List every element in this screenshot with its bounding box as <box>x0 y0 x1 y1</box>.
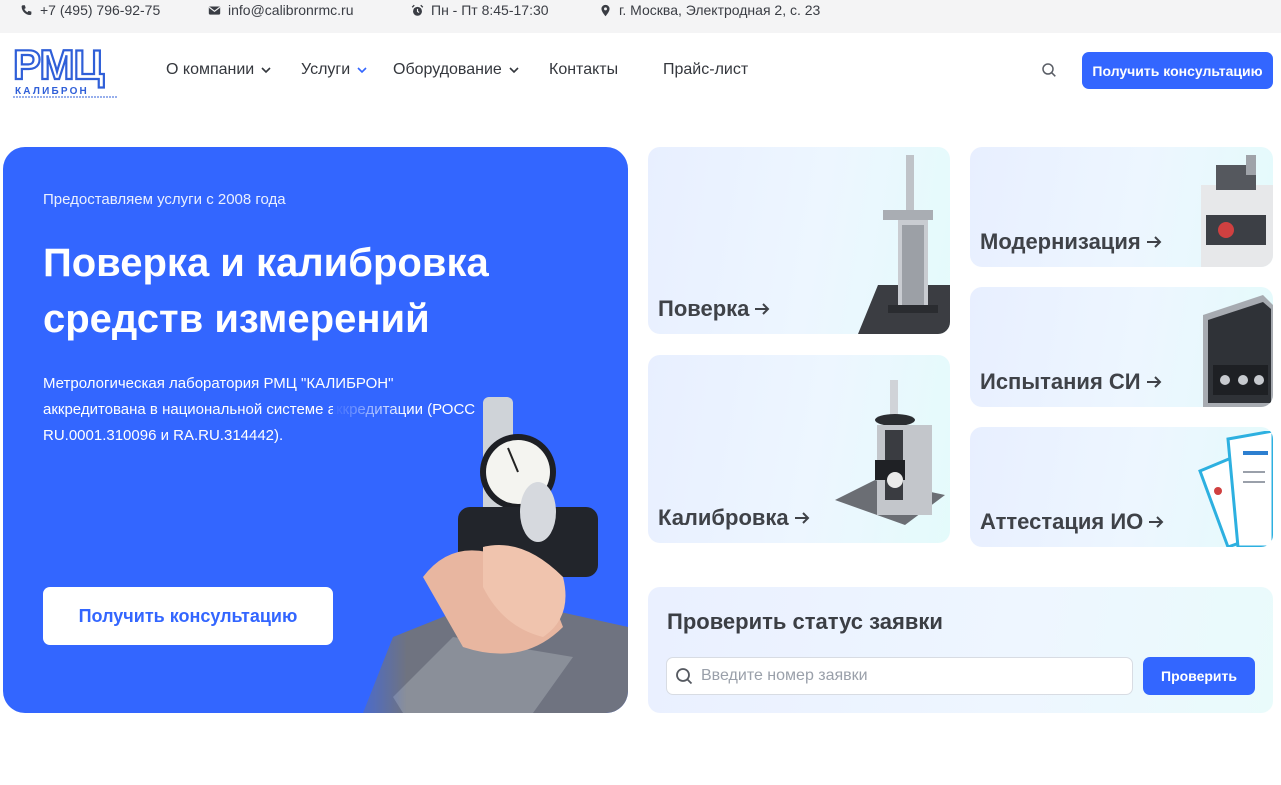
logo-main-text: РМЦ <box>13 44 104 88</box>
arrow-right-icon <box>1146 236 1162 248</box>
service-card-testing[interactable]: Испытания СИ <box>970 287 1273 407</box>
chevron-down-icon <box>509 67 519 74</box>
nav-item-label: О компании <box>166 61 255 78</box>
nav-item-equipment[interactable]: Оборудование <box>393 61 520 79</box>
service-card-label: Калибровка <box>658 505 811 531</box>
search-icon[interactable] <box>1041 62 1057 78</box>
working-hours: Пн - Пт 8:45-17:30 <box>411 2 549 18</box>
chevron-down-icon <box>357 67 367 74</box>
hero-title-line1: Поверка и калибровка <box>43 241 489 285</box>
verification-device-image <box>858 155 950 334</box>
location-pin-icon <box>601 4 610 16</box>
service-card-attestation[interactable]: Аттестация ИО <box>970 427 1273 547</box>
check-status-button[interactable]: Проверить <box>1143 657 1255 695</box>
hero-banner: Предоставляем услуги с 2008 года Поверка… <box>3 147 628 713</box>
service-card-title: Модернизация <box>980 229 1141 254</box>
arrow-right-icon <box>755 303 770 315</box>
hero-title: Поверка и калибровка средств измерений <box>43 235 563 347</box>
chevron-down-icon <box>261 67 271 74</box>
hero-title-line2: средств измерений <box>43 297 430 341</box>
hero-since-text: Предоставляем услуги с 2008 года <box>43 191 286 208</box>
request-number-field[interactable] <box>666 657 1133 695</box>
hero-consultation-button[interactable]: Получить консультацию <box>43 587 333 645</box>
logo-mark: РМЦ КАЛИБРОН <box>12 40 117 98</box>
alarm-clock-icon <box>411 4 424 16</box>
nav-item-about[interactable]: О компании <box>166 61 272 79</box>
service-card-modernization[interactable]: Модернизация <box>970 147 1273 267</box>
phone-link[interactable]: +7 (495) 796-92-75 <box>20 2 160 18</box>
email-text: info@calibronrmc.ru <box>228 2 354 18</box>
service-card-title: Испытания СИ <box>980 369 1141 394</box>
nav-item-label: Услуги <box>301 61 351 78</box>
logo[interactable]: РМЦ КАЛИБРОН <box>12 40 119 98</box>
service-card-label: Испытания СИ <box>980 369 1163 395</box>
nav-item-services[interactable]: Услуги <box>301 61 368 79</box>
calibration-device-image <box>835 380 945 525</box>
certificates-image <box>1198 431 1273 547</box>
nav-item-label: Прайс-лист <box>663 61 749 78</box>
service-card-title: Аттестация ИО <box>980 509 1144 534</box>
top-bar: +7 (495) 796-92-75 info@calibronrmc.ru П… <box>0 0 1281 33</box>
phone-icon <box>21 4 32 15</box>
address: г. Москва, Электродная 2, с. 23 <box>599 2 820 18</box>
nav-item-label: Контакты <box>549 61 619 78</box>
service-card-verification[interactable]: Поверка <box>648 147 950 334</box>
service-card-title: Поверка <box>658 296 750 321</box>
hours-text: Пн - Пт 8:45-17:30 <box>431 2 549 18</box>
header-consultation-button[interactable]: Получить консультацию <box>1082 52 1273 89</box>
modernization-device-image <box>1201 155 1273 267</box>
service-card-label: Аттестация ИО <box>980 509 1165 535</box>
arrow-right-icon <box>1149 516 1164 528</box>
service-card-label: Модернизация <box>980 229 1163 255</box>
search-icon <box>676 668 693 685</box>
phone-text: +7 (495) 796-92-75 <box>40 2 161 18</box>
service-card-title: Калибровка <box>658 505 789 530</box>
arrow-right-icon <box>1146 376 1162 388</box>
status-check-title: Проверить статус заявки <box>667 609 943 634</box>
hero-measuring-instrument-image <box>333 397 628 713</box>
header: РМЦ КАЛИБРОН О компании Услуги Оборудова… <box>0 33 1281 109</box>
request-number-input[interactable] <box>701 667 1121 685</box>
nav-item-label: Оборудование <box>393 61 502 78</box>
status-check-panel: Проверить статус заявки Проверить <box>648 587 1273 713</box>
email-link[interactable]: info@calibronrmc.ru <box>208 2 353 18</box>
mail-icon <box>208 5 221 15</box>
nav-item-contacts[interactable]: Контакты <box>549 61 618 79</box>
testing-kit-image <box>1203 295 1273 407</box>
logo-sub-text: КАЛИБРОН <box>15 86 89 97</box>
service-card-label: Поверка <box>658 296 771 322</box>
arrow-right-icon <box>794 512 810 524</box>
address-text: г. Москва, Электродная 2, с. 23 <box>619 2 821 18</box>
service-card-calibration[interactable]: Калибровка <box>648 355 950 543</box>
nav-item-price-list[interactable]: Прайс-лист <box>663 61 748 79</box>
